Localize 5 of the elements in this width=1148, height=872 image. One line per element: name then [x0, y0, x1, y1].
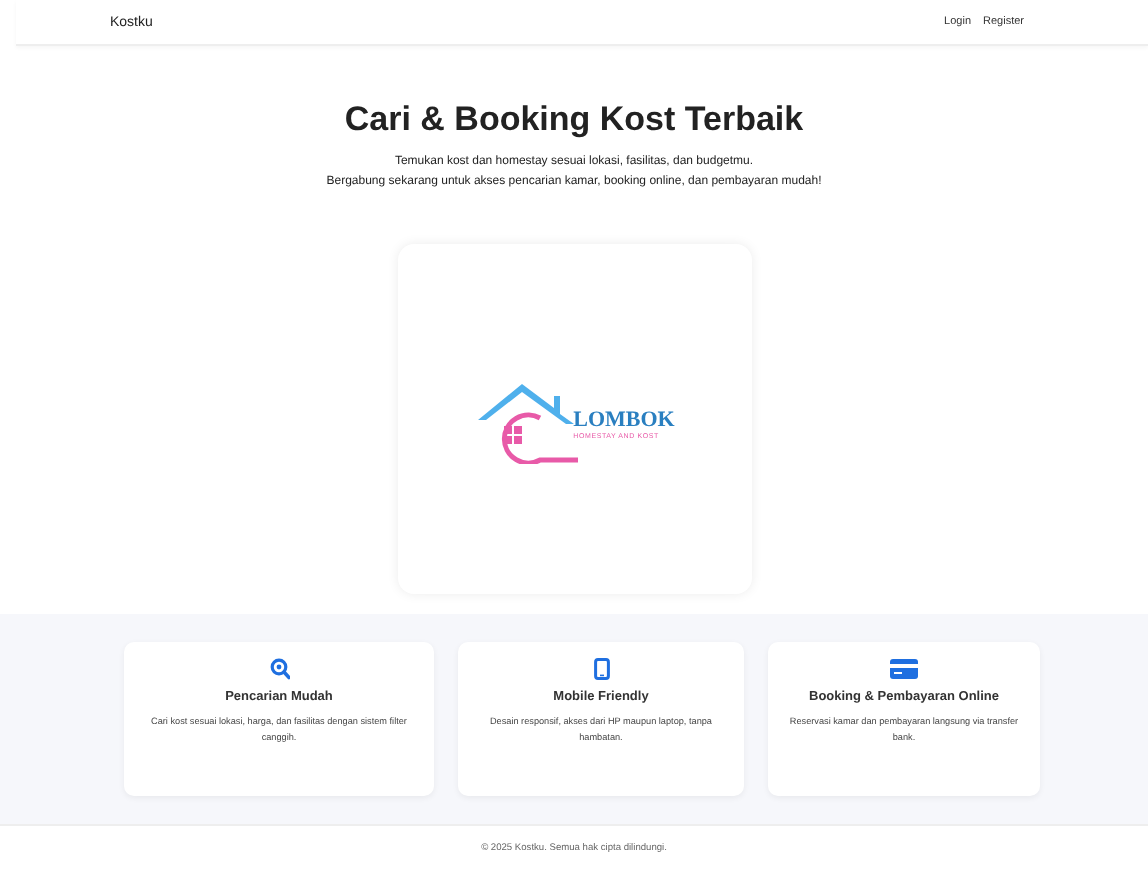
hero-title: Cari & Booking Kost Terbaik: [344, 100, 804, 140]
phone-icon: [593, 658, 609, 680]
credit-card-icon: [890, 658, 918, 680]
search-icon: [269, 658, 289, 680]
logo-name: LOMBOK: [573, 409, 675, 431]
